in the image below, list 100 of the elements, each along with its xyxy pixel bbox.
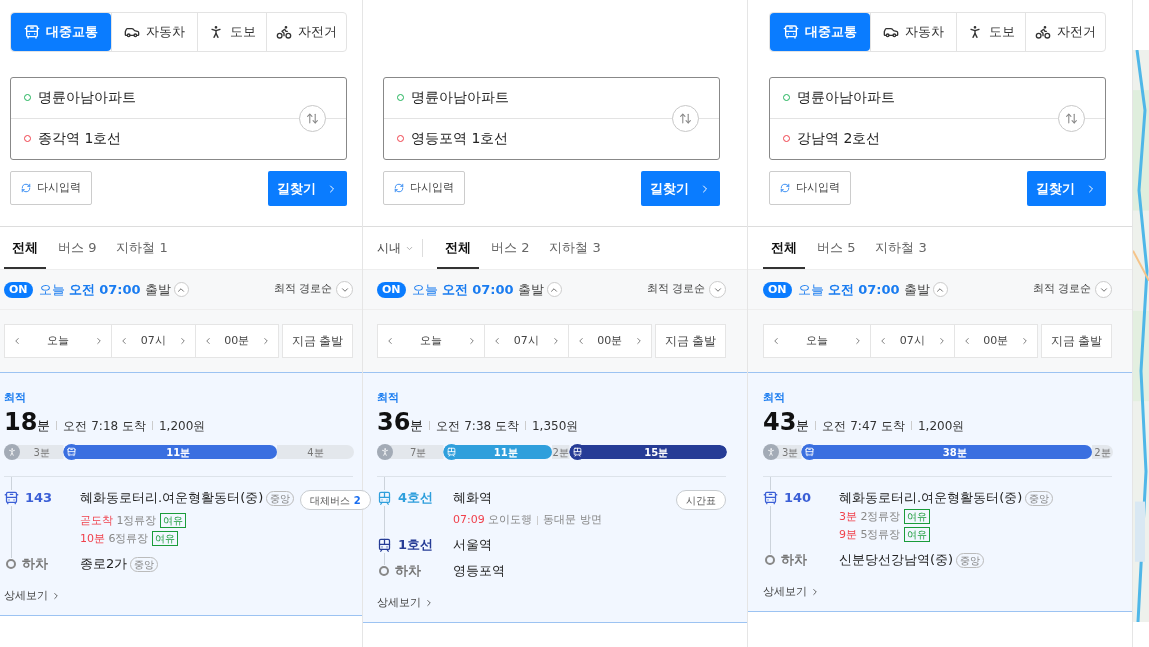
- chevron-right-icon: [810, 587, 820, 598]
- stop-name: 혜화역: [453, 490, 492, 506]
- origin-field[interactable]: 명륜아남아파트: [38, 87, 333, 109]
- details-link[interactable]: 상세보기: [763, 584, 820, 601]
- time-picker[interactable]: 오늘: [378, 325, 484, 357]
- mode-tab[interactable]: 자동차: [870, 13, 956, 51]
- details-link[interactable]: 상세보기: [4, 588, 61, 605]
- expand-button[interactable]: [173, 282, 189, 297]
- chevron-right-icon: [51, 591, 61, 602]
- departure-toggle[interactable]: ON: [377, 281, 406, 298]
- depart-now-button[interactable]: 지금 출발: [282, 324, 353, 358]
- best-label: 최적: [763, 391, 786, 405]
- departure-toggle[interactable]: ON: [763, 281, 792, 298]
- chevron-left-icon[interactable]: [771, 336, 781, 346]
- chevron-right-icon[interactable]: [1020, 336, 1030, 346]
- chevron-right-icon[interactable]: [853, 336, 863, 346]
- chevron-right-icon[interactable]: [261, 336, 271, 346]
- chevron-right-icon[interactable]: [467, 336, 477, 346]
- chevron-left-icon[interactable]: [119, 336, 129, 346]
- mode-tab[interactable]: 대중교통: [770, 13, 870, 51]
- arrival-info: 3분 2정류장: [839, 509, 901, 524]
- search-button[interactable]: 길찾기: [1027, 171, 1106, 206]
- destination-field[interactable]: 강남역 2호선: [797, 128, 1092, 150]
- line-label: 143: [25, 490, 53, 506]
- swap-icon: [306, 112, 319, 125]
- filter-dropdown[interactable]: 시내: [377, 239, 414, 257]
- stop-name: 혜화동로터리.여운형활동터(중): [839, 490, 1023, 506]
- time-picker[interactable]: 00분: [567, 325, 651, 357]
- origin-field[interactable]: 명륜아남아파트: [797, 87, 1092, 109]
- bus-icon: [763, 490, 778, 506]
- sort-dropdown[interactable]: 최적 경로순: [646, 281, 726, 298]
- reset-button[interactable]: 다시입력: [383, 171, 465, 205]
- departure-time: 오늘 오전 07:00 출발: [797, 280, 930, 299]
- depart-now-button[interactable]: 지금 출발: [1041, 324, 1112, 358]
- details-link[interactable]: 상세보기: [377, 595, 434, 612]
- route-duration: 43분: [763, 409, 810, 437]
- refresh-icon: [780, 183, 790, 193]
- swap-button[interactable]: [299, 105, 326, 132]
- step-action-button[interactable]: 대체버스 2: [300, 490, 371, 510]
- mode-tab[interactable]: 대중교통: [11, 13, 111, 51]
- departure-toggle[interactable]: ON: [4, 281, 33, 298]
- result-tab[interactable]: 버스 5: [809, 227, 864, 269]
- segment-label: 15분: [644, 446, 669, 458]
- stop-name: 종로2가: [80, 556, 128, 572]
- result-tab[interactable]: 지하철 3: [867, 227, 935, 269]
- destination-field[interactable]: 영등포역 1호선: [411, 128, 706, 150]
- chevron-left-icon[interactable]: [492, 336, 502, 346]
- expand-button[interactable]: [546, 282, 562, 297]
- step-action-button[interactable]: 시간표: [676, 490, 726, 510]
- bicycle-icon: [1035, 24, 1051, 40]
- stop-name: 혜화동로터리.여운형활동터(중): [80, 490, 264, 506]
- result-tab[interactable]: 지하철 1: [108, 227, 176, 269]
- crowd-tag: 여유: [159, 513, 186, 528]
- swap-button[interactable]: [1058, 105, 1085, 132]
- chevron-right-icon[interactable]: [94, 336, 104, 346]
- mode-tab[interactable]: 자전거: [266, 13, 346, 51]
- mode-tab[interactable]: 도보: [197, 13, 266, 51]
- reset-button[interactable]: 다시입력: [10, 171, 92, 205]
- direction-text: 동대문 방면: [543, 513, 602, 527]
- expand-button[interactable]: [932, 282, 948, 297]
- line-label: 4호선: [398, 490, 434, 506]
- mode-tab[interactable]: 자전거: [1025, 13, 1105, 51]
- chevron-left-icon[interactable]: [385, 336, 395, 346]
- destination-field[interactable]: 종각역 1호선: [38, 128, 333, 150]
- picker-value: 00분: [597, 332, 623, 349]
- mode-tab[interactable]: 자동차: [111, 13, 197, 51]
- time-picker[interactable]: 07시: [870, 325, 954, 357]
- time-picker[interactable]: 00분: [194, 325, 278, 357]
- fare: 1,200원: [159, 418, 206, 435]
- search-button[interactable]: 길찾기: [641, 171, 720, 206]
- chevron-right-icon[interactable]: [634, 336, 644, 346]
- mode-tab[interactable]: 도보: [956, 13, 1025, 51]
- departure-time: 오늘 오전 07:00 출발: [411, 280, 544, 299]
- result-tab[interactable]: 버스 2: [483, 227, 538, 269]
- time-picker[interactable]: 07시: [484, 325, 568, 357]
- time-picker[interactable]: 00분: [953, 325, 1037, 357]
- result-tab[interactable]: 지하철 3: [541, 227, 609, 269]
- result-tab[interactable]: 버스 9: [50, 227, 105, 269]
- picker-value: 오늘: [420, 332, 442, 349]
- reset-button[interactable]: 다시입력: [769, 171, 851, 205]
- stop-name: 영등포역: [453, 563, 505, 579]
- route-duration: 18분: [4, 409, 51, 437]
- segment-label: 4분: [307, 446, 324, 458]
- stop-name: 신분당선강남역(중): [839, 552, 954, 568]
- search-button[interactable]: 길찾기: [268, 171, 347, 206]
- time-picker[interactable]: 오늘: [764, 325, 870, 357]
- time-picker[interactable]: 오늘: [5, 325, 111, 357]
- origin-field[interactable]: 명륜아남아파트: [411, 87, 706, 109]
- depart-now-button[interactable]: 지금 출발: [655, 324, 726, 358]
- swap-button[interactable]: [672, 105, 699, 132]
- chevron-left-icon[interactable]: [878, 336, 888, 346]
- bus-icon: [4, 490, 19, 506]
- line-label: 140: [784, 490, 812, 506]
- sort-dropdown[interactable]: 최적 경로순: [273, 281, 353, 298]
- picker-value: 07시: [513, 332, 539, 349]
- chevron-left-icon[interactable]: [12, 336, 22, 346]
- sort-dropdown[interactable]: 최적 경로순: [1032, 281, 1112, 298]
- picker-value: 07시: [140, 332, 166, 349]
- time-picker[interactable]: 07시: [111, 325, 195, 357]
- picker-value: 07시: [899, 332, 925, 349]
